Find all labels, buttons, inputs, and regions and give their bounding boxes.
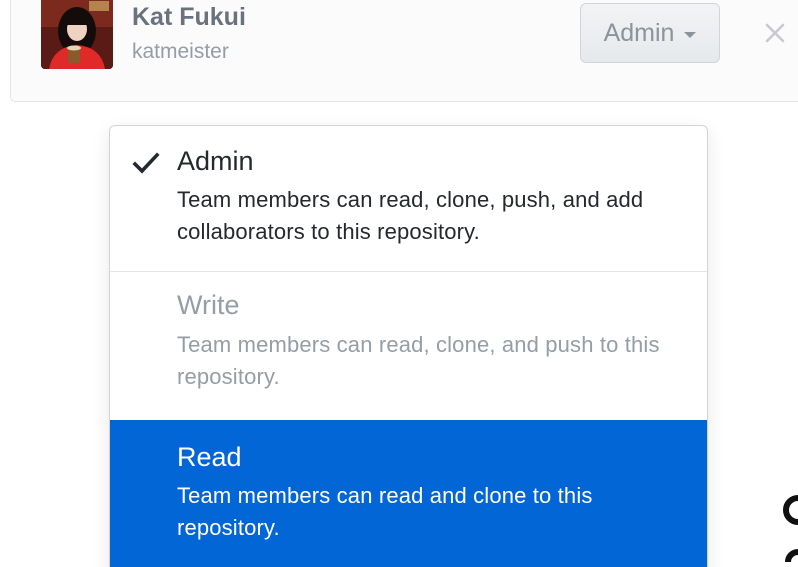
role-option-admin[interactable]: Admin Team members can read, clone, push… bbox=[110, 126, 707, 272]
role-option-title: Write bbox=[177, 290, 240, 320]
role-option-write[interactable]: Write Team members can read, clone, and … bbox=[110, 272, 707, 420]
check-icon bbox=[132, 152, 160, 174]
team-member-role-editor: Kat Fukui katmeister Admin Admin Team me… bbox=[0, 0, 798, 567]
role-dropdown-menu: Admin Team members can read, clone, push… bbox=[109, 125, 708, 567]
member-username: katmeister bbox=[132, 40, 229, 63]
role-option-description: Team members can read, clone, and push t… bbox=[177, 332, 660, 389]
role-option-title: Admin bbox=[177, 146, 254, 176]
role-option-title: Read bbox=[177, 442, 242, 472]
caret-down-icon bbox=[684, 31, 697, 38]
close-icon bbox=[765, 23, 785, 43]
role-button-label: Admin bbox=[603, 18, 675, 47]
avatar bbox=[41, 0, 113, 69]
member-name: Kat Fukui bbox=[132, 3, 246, 31]
role-option-description: Team members can read and clone to this … bbox=[177, 483, 593, 540]
member-row: Kat Fukui katmeister Admin bbox=[10, 0, 798, 102]
role-option-read[interactable]: Read Team members can read and clone to … bbox=[110, 420, 707, 567]
edge-marker-icon bbox=[783, 495, 798, 563]
role-select-button[interactable]: Admin bbox=[580, 3, 720, 63]
remove-member-button[interactable] bbox=[755, 13, 795, 53]
role-option-description: Team members can read, clone, push, and … bbox=[177, 187, 644, 244]
